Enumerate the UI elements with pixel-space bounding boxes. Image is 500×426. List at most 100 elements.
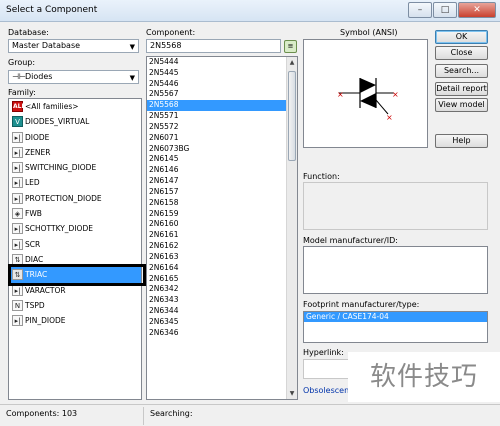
view-model-button[interactable]: View model bbox=[435, 98, 488, 112]
title-bar: Select a Component – □ ✕ bbox=[0, 0, 500, 22]
family-icon: V bbox=[12, 116, 23, 128]
component-item[interactable]: 2N6344 bbox=[147, 306, 287, 317]
detail-report-button[interactable]: Detail report bbox=[435, 82, 488, 96]
family-icon: ▸| bbox=[12, 192, 23, 204]
database-select[interactable]: Master Database ▼ bbox=[8, 39, 139, 53]
family-item[interactable]: ▸| SCHOTTKY_DIODE bbox=[9, 221, 141, 236]
status-bar: Components: 103 Searching: bbox=[0, 404, 500, 426]
component-item[interactable]: 2N5571 bbox=[147, 111, 287, 122]
family-item-label: PROTECTION_DIODE bbox=[25, 193, 102, 203]
component-item[interactable]: 2N5568 bbox=[147, 100, 287, 112]
minimize-button[interactable]: – bbox=[408, 2, 432, 18]
component-item[interactable]: 2N6073BG bbox=[147, 144, 287, 155]
component-item[interactable]: 2N6165 bbox=[147, 274, 287, 285]
family-item[interactable]: ▸| PROTECTION_DIODE bbox=[9, 191, 141, 206]
family-icon: ▸| bbox=[12, 131, 23, 143]
model-field[interactable] bbox=[303, 246, 488, 294]
component-item[interactable]: 2N6071 bbox=[147, 133, 287, 144]
family-icon: ▸| bbox=[12, 223, 23, 235]
close-button[interactable]: Close bbox=[435, 46, 488, 60]
family-item-label: SCR bbox=[25, 239, 41, 249]
model-label: Model manufacturer/ID: bbox=[303, 236, 398, 245]
component-item[interactable]: 2N6343 bbox=[147, 295, 287, 306]
status-divider bbox=[143, 407, 144, 425]
component-item[interactable]: 2N5572 bbox=[147, 122, 287, 133]
help-button[interactable]: Help bbox=[435, 134, 488, 148]
family-item[interactable]: ▸| DIODE bbox=[9, 130, 141, 145]
component-item[interactable]: 2N5446 bbox=[147, 79, 287, 90]
svg-text:×: × bbox=[337, 90, 344, 99]
family-item[interactable]: ▸| SCR bbox=[9, 237, 141, 252]
database-value: Master Database bbox=[12, 41, 81, 50]
component-input[interactable]: 2N5568 bbox=[146, 39, 281, 53]
component-list[interactable]: 2N5444 2N5445 2N5446 2N5567 2N5568 2N5571 2N55… bbox=[146, 56, 298, 400]
group-select[interactable]: ⊣⊢Diodes ▼ bbox=[8, 70, 139, 84]
component-item[interactable]: 2N5567 bbox=[147, 89, 287, 100]
component-item[interactable]: 2N6158 bbox=[147, 198, 287, 209]
family-item[interactable]: ALL <All families> bbox=[9, 99, 141, 114]
family-icon: ⇅ bbox=[12, 253, 23, 265]
footprint-item[interactable]: Generic / CASE174-04 bbox=[304, 312, 487, 322]
family-icon: N bbox=[12, 299, 23, 311]
maximize-button[interactable]: □ bbox=[433, 2, 457, 18]
chevron-down-icon: ▼ bbox=[129, 74, 135, 82]
family-label: Family: bbox=[8, 88, 36, 97]
hyperlink-label: Hyperlink: bbox=[303, 348, 344, 357]
family-icon: ▸| bbox=[12, 146, 23, 158]
search-button[interactable]: Search... bbox=[435, 64, 488, 78]
family-item[interactable]: N TSPD bbox=[9, 298, 141, 313]
component-item[interactable]: 2N6342 bbox=[147, 284, 287, 295]
ok-button[interactable]: OK bbox=[435, 30, 488, 44]
family-item-label: DIODE bbox=[25, 132, 50, 142]
family-item[interactable]: ▸| VARACTOR bbox=[9, 283, 141, 298]
scroll-down-icon[interactable]: ▼ bbox=[287, 388, 297, 399]
component-scrollbar[interactable]: ▲ ▼ bbox=[286, 57, 297, 399]
group-value: Diodes bbox=[25, 72, 53, 81]
scroll-thumb[interactable] bbox=[288, 71, 296, 161]
family-item-label: SCHOTTKY_DIODE bbox=[25, 224, 93, 234]
footprint-list[interactable]: Generic / CASE174-04 bbox=[303, 311, 488, 343]
family-item[interactable]: ▸| ZENER bbox=[9, 145, 141, 160]
component-item[interactable]: 2N6164 bbox=[147, 263, 287, 274]
family-item-label: TSPD bbox=[25, 300, 45, 310]
footprint-label: Footprint manufacturer/type: bbox=[303, 300, 420, 309]
component-item[interactable]: 2N5445 bbox=[147, 68, 287, 79]
component-item[interactable]: 2N5444 bbox=[147, 57, 287, 68]
database-label: Database: bbox=[8, 28, 49, 37]
family-item[interactable]: ▸| PIN_DIODE bbox=[9, 313, 141, 328]
scroll-up-icon[interactable]: ▲ bbox=[287, 57, 297, 68]
family-item[interactable]: ▸| SWITCHING_DIODE bbox=[9, 160, 141, 175]
family-icon: ▸| bbox=[12, 315, 23, 327]
close-window-button[interactable]: ✕ bbox=[458, 2, 496, 18]
component-list-items: 2N5444 2N5445 2N5446 2N5567 2N5568 2N5571 2N55… bbox=[147, 57, 287, 339]
family-item-label: SWITCHING_DIODE bbox=[25, 163, 97, 173]
function-field bbox=[303, 182, 488, 230]
component-item[interactable]: 2N6346 bbox=[147, 328, 287, 339]
chevron-down-icon: ▼ bbox=[129, 43, 135, 51]
component-item[interactable]: 2N6160 bbox=[147, 219, 287, 230]
family-list[interactable]: ALL <All families> V DIODES_VIRTUAL ▸| DIODE ▸… bbox=[8, 98, 142, 400]
watermark: 软件技巧 bbox=[348, 352, 500, 402]
family-item[interactable]: ⇅ TRIAC bbox=[9, 267, 141, 283]
family-icon: ALL bbox=[12, 101, 26, 112]
component-item[interactable]: 2N6157 bbox=[147, 187, 287, 198]
family-item[interactable]: V DIODES_VIRTUAL bbox=[9, 114, 141, 129]
component-item[interactable]: 2N6146 bbox=[147, 165, 287, 176]
component-input-value: 2N5568 bbox=[150, 41, 182, 50]
family-item[interactable]: ▸| LED bbox=[9, 175, 141, 190]
component-item[interactable]: 2N6159 bbox=[147, 209, 287, 220]
filter-icon[interactable]: ≡ bbox=[284, 40, 297, 53]
component-item[interactable]: 2N6163 bbox=[147, 252, 287, 263]
triac-symbol-icon: × × × bbox=[337, 78, 399, 122]
component-item[interactable]: 2N6162 bbox=[147, 241, 287, 252]
family-item[interactable]: ◈ FWB bbox=[9, 206, 141, 221]
component-item[interactable]: 2N6147 bbox=[147, 176, 287, 187]
component-item[interactable]: 2N6145 bbox=[147, 154, 287, 165]
family-item[interactable]: ⇅ DIAC bbox=[9, 252, 141, 267]
window-title: Select a Component bbox=[6, 5, 98, 15]
family-item-label: LED bbox=[25, 178, 40, 188]
component-item[interactable]: 2N6345 bbox=[147, 317, 287, 328]
family-icon: ▸| bbox=[12, 177, 23, 189]
svg-text:×: × bbox=[386, 113, 393, 122]
component-item[interactable]: 2N6161 bbox=[147, 230, 287, 241]
